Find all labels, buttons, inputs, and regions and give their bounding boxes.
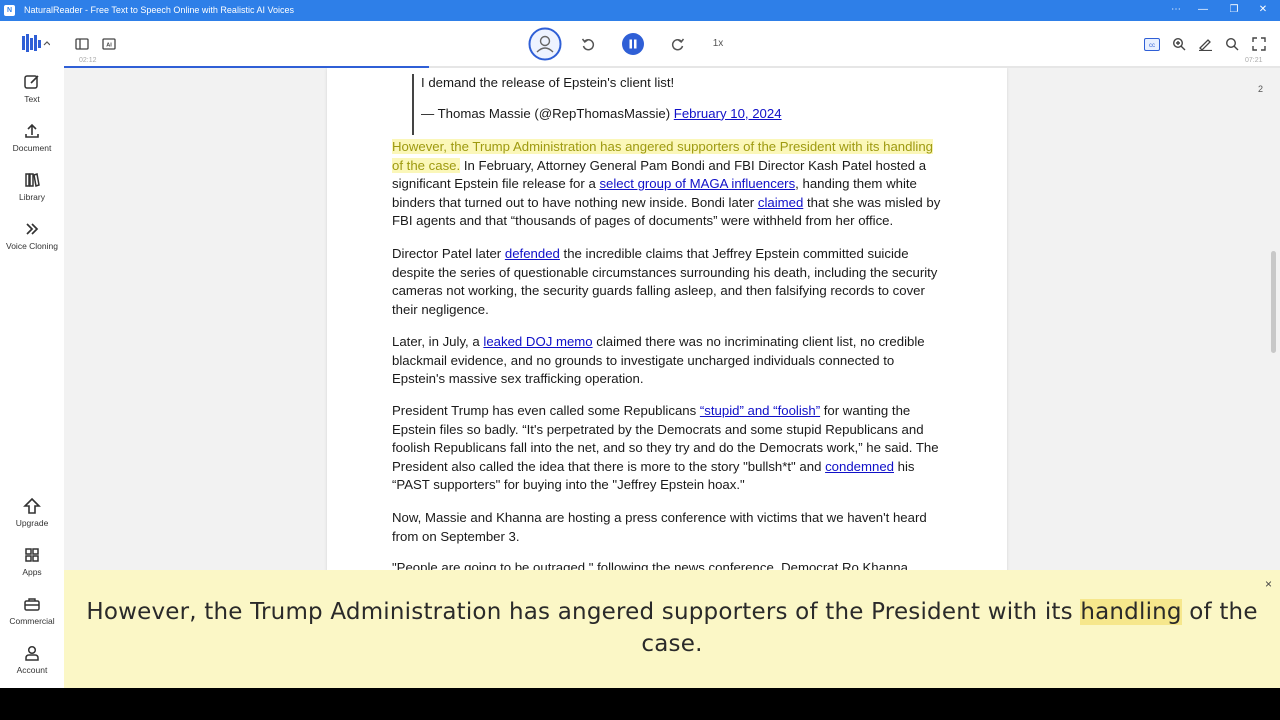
- caption-text: However, the Trump Administration has an…: [86, 599, 1258, 657]
- forward-button[interactable]: [670, 36, 686, 52]
- upload-icon: [25, 123, 39, 138]
- speed-button[interactable]: 1x: [709, 35, 727, 51]
- rewind-icon: [581, 38, 595, 51]
- sidebar-item-upgrade[interactable]: Upgrade: [0, 497, 64, 528]
- current-word-highlight: handling: [1080, 599, 1182, 625]
- restore-button[interactable]: ❐: [1227, 3, 1241, 17]
- pause-button[interactable]: [622, 33, 644, 55]
- sidebar-item-label: Text: [24, 94, 40, 104]
- svg-text:cc: cc: [1149, 43, 1155, 49]
- sidebar-panel-icon: [75, 38, 89, 50]
- link-maga-influencers[interactable]: select group of MAGA influencers: [599, 176, 795, 191]
- vertical-scrollbar[interactable]: [1271, 251, 1276, 353]
- window-titlebar: N NaturalReader - Free Text to Speech On…: [0, 0, 1280, 21]
- books-icon: [25, 173, 40, 187]
- quote-text: I demand the release of Epstein's client…: [421, 75, 675, 90]
- pencil-square-icon: [24, 75, 39, 89]
- link-leaked-doj-memo[interactable]: leaked DOJ memo: [483, 334, 592, 349]
- caption-panel: × However, the Trump Administration has …: [64, 570, 1280, 688]
- link-claimed[interactable]: claimed: [758, 195, 803, 210]
- search-button[interactable]: [1224, 36, 1240, 52]
- ai-icon: AI: [102, 38, 116, 50]
- close-caption-button[interactable]: ×: [1265, 577, 1272, 591]
- sidebar-item-commercial[interactable]: Commercial: [0, 595, 64, 626]
- voice-avatar-button[interactable]: [528, 27, 562, 61]
- paragraph-6: "People are going to be outraged," follo…: [392, 560, 908, 570]
- cc-icon: cc: [1144, 37, 1160, 51]
- paragraph-3: Later, in July, a leaked DOJ memo claime…: [392, 334, 925, 387]
- more-options-icon[interactable]: ⋯: [1169, 3, 1183, 17]
- svg-text:AI: AI: [106, 43, 112, 49]
- sidebar-item-library[interactable]: Library: [0, 171, 64, 202]
- sidebar-item-label: Commercial: [9, 616, 55, 626]
- pause-icon: [622, 33, 644, 55]
- link-condemned[interactable]: condemned: [825, 459, 894, 474]
- highlight-button[interactable]: [1197, 36, 1213, 52]
- naturalreader-logo-icon[interactable]: [22, 34, 50, 52]
- sidebar-item-label: Apps: [22, 567, 42, 577]
- sidebar-item-label: Account: [16, 665, 48, 675]
- sidebar-item-text[interactable]: Text: [0, 73, 64, 104]
- window-title: NaturalReader - Free Text to Speech Onli…: [24, 5, 294, 15]
- paragraph-2: Director Patel later defended the incred…: [392, 246, 938, 317]
- grid-icon: [25, 548, 39, 562]
- paragraph-4: President Trump has even called some Rep…: [392, 403, 939, 493]
- app-window: Text Document Library Voice Cloning Upgr…: [0, 21, 1280, 688]
- paragraph-5: Now, Massie and Khanna are hosting a pre…: [392, 510, 927, 544]
- player-toolbar: AI 1x cc 02:12 07:21: [64, 21, 1280, 67]
- toggle-sidebar-button[interactable]: [74, 37, 90, 51]
- upgrade-arrow-icon: [23, 497, 41, 514]
- search-icon: [1225, 37, 1239, 51]
- sidebar-item-document[interactable]: Document: [0, 122, 64, 153]
- person-icon: [25, 645, 39, 661]
- link-defended[interactable]: defended: [505, 246, 560, 261]
- chevrons-right-icon: [26, 223, 39, 235]
- voice-avatar-icon: [528, 27, 562, 61]
- page-number: 2: [1258, 84, 1264, 94]
- blockquote: I demand the release of Epstein's client…: [412, 74, 932, 136]
- sidebar-item-voice-cloning[interactable]: Voice Cloning: [0, 220, 64, 251]
- app-logo-icon: N: [4, 5, 15, 16]
- sidebar-item-label: Library: [19, 192, 45, 202]
- sidebar-item-account[interactable]: Account: [0, 644, 64, 675]
- fullscreen-button[interactable]: [1251, 36, 1267, 52]
- forward-icon: [671, 38, 685, 51]
- elapsed-time: 02:12: [79, 57, 97, 64]
- zoom-button[interactable]: [1171, 36, 1187, 52]
- paragraph-1: However, the Trump Administration has an…: [392, 139, 941, 229]
- minimize-button[interactable]: —: [1196, 3, 1210, 17]
- document-page: I demand the release of Epstein's client…: [327, 68, 1007, 570]
- left-sidebar: Text Document Library Voice Cloning Upgr…: [0, 21, 64, 688]
- link-stupid-foolish[interactable]: “stupid” and “foolish”: [700, 403, 820, 418]
- sidebar-item-apps[interactable]: Apps: [0, 546, 64, 577]
- captions-button[interactable]: cc: [1144, 37, 1160, 51]
- close-window-button[interactable]: ✕: [1256, 3, 1270, 17]
- sidebar-item-label: Voice Cloning: [6, 241, 58, 251]
- briefcase-icon: [24, 598, 40, 611]
- rewind-button[interactable]: [580, 36, 596, 52]
- sidebar-item-label: Document: [12, 143, 52, 153]
- sidebar-item-label: Upgrade: [15, 518, 49, 528]
- quote-date-link[interactable]: February 10, 2024: [674, 106, 782, 121]
- ai-button[interactable]: AI: [101, 37, 117, 51]
- document-viewport: I demand the release of Epstein's client…: [64, 68, 1280, 570]
- highlighter-icon: [1198, 39, 1212, 51]
- expand-icon: [1252, 37, 1266, 51]
- quote-attribution: — Thomas Massie (@RepThomasMassie) Febru…: [421, 105, 782, 121]
- total-time: 07:21: [1245, 57, 1263, 64]
- zoom-in-icon: [1172, 37, 1186, 51]
